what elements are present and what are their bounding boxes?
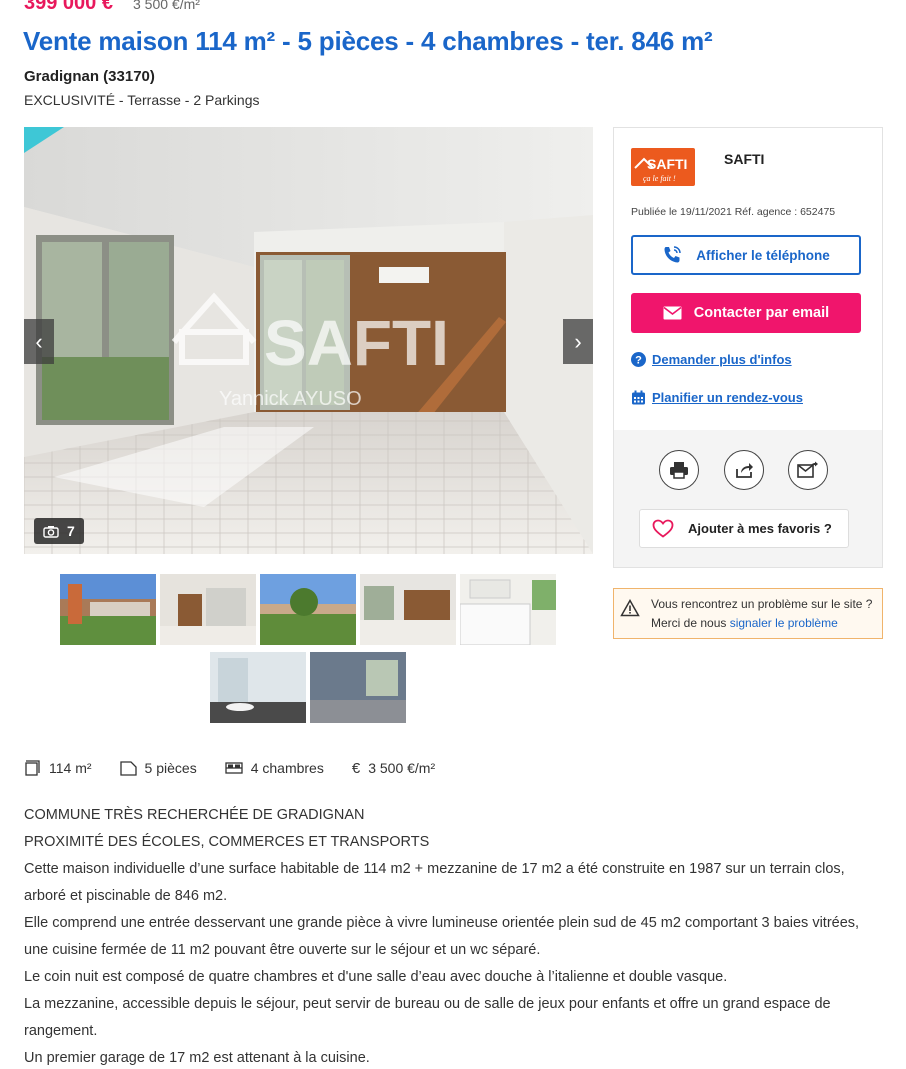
feature-bedrooms: 4 chambres (225, 760, 324, 776)
phone-icon (664, 246, 681, 263)
photo-count: 7 (67, 523, 75, 539)
prev-photo-button[interactable]: ‹ (24, 319, 54, 364)
living-room-photo: SAFTI Yannick AYUSO (24, 127, 593, 554)
corner-ribbon (24, 127, 64, 153)
question-icon: ? (631, 352, 646, 367)
description-paragraph: La mezzanine, accessible depuis le séjou… (24, 996, 831, 1039)
main-photo[interactable]: SAFTI Yannick AYUSO ‹ › 7 (24, 127, 593, 554)
thumbnail-4[interactable] (360, 574, 456, 645)
price: 399 000 € (24, 0, 113, 14)
share-icon (736, 463, 753, 478)
chevron-right-icon: › (574, 328, 582, 354)
thumbnail-2[interactable] (160, 574, 256, 645)
description-paragraph: Cette maison individuelle d’une surface … (24, 861, 845, 904)
appointment-link[interactable]: Planifier un rendez-vous (631, 390, 803, 405)
rooms-icon (119, 761, 137, 776)
add-favorite-label: Ajouter à mes favoris ? (688, 521, 832, 536)
photo-count-badge[interactable]: 7 (34, 518, 84, 544)
svg-text:?: ? (635, 355, 642, 367)
thumbnail-3[interactable] (260, 574, 356, 645)
bed-icon (225, 762, 243, 774)
warning-icon (620, 599, 640, 617)
report-prefix: Merci de nous (651, 616, 727, 630)
report-line2: Merci de nous signaler le problème (651, 616, 838, 630)
surface-icon (25, 760, 40, 776)
description-paragraph: PROXIMITÉ DES ÉCOLES, COMMERCES ET TRANS… (24, 834, 430, 850)
report-problem-link[interactable]: signaler le problème (730, 616, 838, 630)
agency-card: SAFTI ça le fait ! SAFTI Publiée le 19/1… (613, 127, 883, 568)
share-button[interactable] (724, 450, 764, 490)
contact-email-button[interactable]: Contacter par email (631, 293, 861, 333)
contact-email-label: Contacter par email (693, 305, 830, 321)
thumbnail-7[interactable] (310, 652, 406, 723)
listing-subtitle: EXCLUSIVITÉ - Terrasse - 2 Parkings (24, 92, 260, 108)
feature-label: 114 m² (49, 760, 92, 776)
agency-name: SAFTI (724, 151, 765, 167)
thumbnail-5[interactable] (460, 574, 556, 645)
listing-title: Vente maison 114 m² - 5 pièces - 4 chamb… (23, 26, 713, 56)
watermark-agent: Yannick AYUSO (219, 388, 362, 410)
thumbnail-1[interactable] (60, 574, 156, 645)
report-text: Vous rencontrez un problème sur le site … (651, 597, 873, 611)
report-problem-box: Vous rencontrez un problème sur le site … (613, 588, 883, 639)
chevron-left-icon: ‹ (35, 328, 43, 354)
show-phone-button[interactable]: Afficher le téléphone (631, 235, 861, 275)
listing-city: Gradignan (33170) (24, 68, 155, 85)
price-row: 399 000 € 3 500 €/m² (24, 0, 200, 16)
envelope-icon (663, 306, 682, 320)
appointment-label: Planifier un rendez-vous (652, 390, 803, 405)
send-email-button[interactable] (788, 450, 828, 490)
heart-icon (652, 519, 674, 538)
thumbnail-6[interactable] (210, 652, 306, 723)
logo-tagline: ça le fait ! (643, 174, 676, 183)
mail-forward-icon (797, 461, 818, 478)
watermark-brand: SAFTI (264, 307, 449, 379)
euro-icon: € (351, 759, 361, 777)
listing-description: COMMUNE TRÈS RECHERCHÉE DE GRADIGNAN PRO… (24, 802, 884, 1069)
camera-icon (43, 525, 59, 538)
card-actions: Ajouter à mes favoris ? (614, 430, 882, 567)
description-paragraph: Le coin nuit est composé de quatre chamb… (24, 969, 728, 985)
feature-price-m2: € 3 500 €/m² (352, 760, 435, 777)
description-paragraph: Elle comprend une entrée desservant une … (24, 915, 860, 958)
published-info: Publiée le 19/11/2021 Réf. agence : 6524… (631, 206, 836, 218)
more-info-label: Demander plus d'infos (652, 352, 792, 367)
price-per-m2: 3 500 €/m² (132, 0, 200, 12)
show-phone-label: Afficher le téléphone (696, 247, 830, 263)
calendar-icon (632, 390, 645, 405)
feature-label: 4 chambres (250, 760, 324, 776)
printer-icon (670, 462, 688, 479)
more-info-link[interactable]: ? Demander plus d'infos (631, 352, 792, 367)
add-favorite-button[interactable]: Ajouter à mes favoris ? (639, 509, 849, 548)
print-button[interactable] (659, 450, 699, 490)
agency-logo[interactable]: SAFTI ça le fait ! (631, 148, 695, 186)
logo-text: SAFTI (647, 156, 687, 172)
description-paragraph: COMMUNE TRÈS RECHERCHÉE DE GRADIGNAN (24, 807, 365, 823)
description-paragraph: Un premier garage de 17 m2 est attenant … (24, 1050, 370, 1066)
feature-label: 3 500 €/m² (368, 760, 436, 776)
feature-surface: 114 m² (24, 760, 92, 776)
next-photo-button[interactable]: › (563, 319, 593, 364)
features-row: 114 m² 5 pièces 4 chambres € 3 500 €/m² (24, 757, 463, 779)
feature-rooms: 5 pièces (119, 760, 197, 776)
feature-label: 5 pièces (144, 760, 197, 776)
